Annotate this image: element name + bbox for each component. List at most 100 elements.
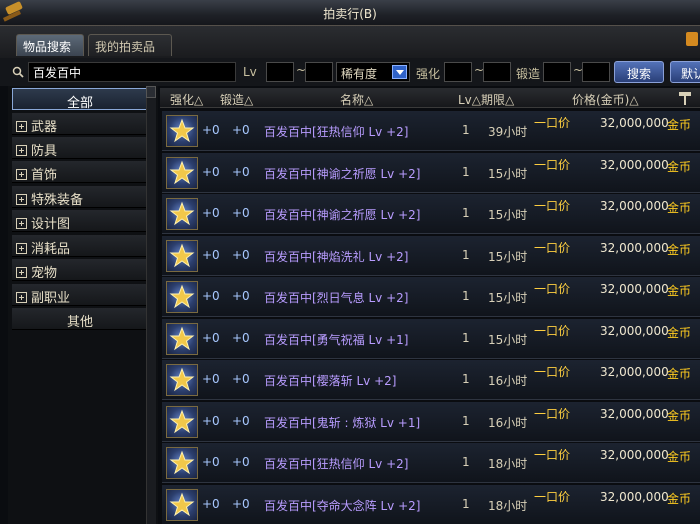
category-sub-profession[interactable]: 副职业: [12, 284, 148, 306]
row-time-left: 15小时: [488, 208, 528, 222]
expand-icon[interactable]: [16, 194, 27, 205]
category-scrollbar[interactable]: [146, 88, 156, 524]
category-other[interactable]: 其他: [12, 308, 148, 330]
item-star-icon[interactable]: [166, 447, 198, 479]
row-item-name[interactable]: 百发百中[夺命大念阵 Lv +2]: [264, 497, 420, 514]
table-row[interactable]: +0 +0 百发百中[烈日气息 Lv +2] 1 15小时 一口价 32,000,000 金币: [162, 277, 700, 317]
row-item-name[interactable]: 百发百中[鬼斩 : 炼狱 Lv +1]: [264, 414, 420, 431]
item-star-icon[interactable]: [166, 156, 198, 189]
lv-min-input[interactable]: [266, 62, 294, 82]
row-lv: 1: [462, 496, 470, 511]
row-item-name[interactable]: 百发百中[狂热信仰 Lv +2]: [264, 455, 408, 472]
header-name[interactable]: 名称△: [340, 91, 373, 108]
table-row[interactable]: +0 +0 百发百中[神焰洗礼 Lv +2] 1 15小时 一口价 32,000,000 金币: [162, 235, 700, 276]
row-price: 32,000,000: [600, 157, 669, 172]
row-price: 32,000,000: [600, 199, 669, 213]
row-price: 32,000,000: [600, 448, 669, 462]
expand-icon[interactable]: [16, 145, 27, 156]
category-blueprint[interactable]: 设计图: [12, 210, 148, 232]
scroll-up-arrow-icon[interactable]: [146, 86, 156, 98]
hammer-icon: [679, 92, 691, 105]
row-time-left: 16小时: [488, 374, 528, 388]
header-enhance[interactable]: 强化△: [170, 91, 203, 108]
row-time-left: 18小时: [488, 457, 528, 471]
forge-max-input[interactable]: [582, 62, 610, 82]
expand-icon[interactable]: [16, 121, 27, 132]
rarity-dropdown[interactable]: 稀有度: [336, 62, 410, 82]
category-armor[interactable]: 防具: [12, 137, 148, 159]
row-currency: 金币: [667, 159, 692, 174]
side-panel-toggle-icon[interactable]: [686, 32, 698, 46]
item-star-icon[interactable]: [166, 115, 198, 147]
tab-item-search[interactable]: 物品搜索: [16, 34, 84, 56]
category-weapon[interactable]: 武器: [12, 113, 148, 135]
forge-min-input[interactable]: [543, 62, 571, 82]
table-row[interactable]: +0 +0 百发百中[神谕之祈愿 Lv +2] 1 15小时 一口价 32,000,000 金…: [162, 152, 700, 193]
expand-icon[interactable]: [16, 267, 27, 278]
row-enhance: +0: [202, 413, 220, 428]
row-forge: +0: [232, 413, 250, 428]
row-item-name[interactable]: 百发百中[狂热信仰 Lv +2]: [264, 123, 408, 140]
expand-icon[interactable]: [16, 169, 27, 180]
row-time-left: 39小时: [488, 125, 528, 139]
expand-icon[interactable]: [16, 218, 27, 229]
item-star-icon[interactable]: [166, 239, 198, 272]
lv-max-input[interactable]: [305, 62, 333, 82]
table-row[interactable]: +0 +0 百发百中[勇气祝福 Lv +1] 1 15小时 一口价 32,000,000 金币: [162, 318, 700, 359]
row-currency: 金币: [667, 118, 692, 132]
row-lv: 1: [462, 123, 470, 137]
row-buyout-label: 一口价: [534, 323, 571, 338]
row-item-name[interactable]: 百发百中[樱落斩 Lv +2]: [264, 372, 396, 389]
row-forge: +0: [232, 164, 250, 179]
search-button[interactable]: 搜索: [614, 61, 664, 83]
item-star-icon[interactable]: [166, 281, 198, 313]
table-row[interactable]: +0 +0 百发百中[樱落斩 Lv +2] 1 16小时 一口价 32,000,000 金币: [162, 360, 700, 400]
row-item-name[interactable]: 百发百中[烈日气息 Lv +2]: [264, 289, 408, 306]
enhance-max-input[interactable]: [483, 62, 511, 82]
expand-icon[interactable]: [16, 292, 27, 303]
category-all[interactable]: 全部: [12, 88, 148, 111]
row-item-name[interactable]: 百发百中[神焰洗礼 Lv +2]: [264, 248, 408, 265]
row-item-name[interactable]: 百发百中[神谕之祈愿 Lv +2]: [264, 206, 420, 223]
table-row[interactable]: +0 +0 百发百中[狂热信仰 Lv +2] 1 18小时 一口价 32,000,000 金币: [162, 443, 700, 483]
item-star-icon[interactable]: [166, 405, 198, 438]
item-star-icon[interactable]: [166, 198, 198, 230]
row-item-name[interactable]: 百发百中[神谕之祈愿 Lv +2]: [264, 165, 420, 182]
category-label: 副职业: [31, 291, 71, 306]
row-time-left: 16小时: [488, 415, 528, 430]
row-lv: 1: [462, 289, 470, 303]
chevron-down-icon[interactable]: [392, 65, 407, 79]
row-currency: 金币: [667, 367, 692, 381]
window-title: 拍卖行(B): [323, 7, 377, 21]
enhance-min-input[interactable]: [444, 62, 472, 82]
table-row[interactable]: +0 +0 百发百中[夺命大念阵 Lv +2] 1 18小时 一口价 32,000,000 金…: [162, 484, 700, 524]
category-special-equipment[interactable]: 特殊装备: [12, 186, 148, 208]
expand-icon[interactable]: [16, 243, 27, 254]
table-row[interactable]: +0 +0 百发百中[神谕之祈愿 Lv +2] 1 15小时 一口价 32,000,000 金…: [162, 194, 700, 234]
header-forge[interactable]: 锻造△: [220, 91, 253, 108]
category-accessory[interactable]: 首饰: [12, 161, 148, 183]
row-currency: 金币: [667, 284, 692, 298]
tab-my-auctions[interactable]: 我的拍卖品: [88, 34, 172, 56]
table-row[interactable]: +0 +0 百发百中[狂热信仰 Lv +2] 1 39小时 一口价 32,000,000 金币: [162, 111, 700, 151]
search-input[interactable]: [28, 62, 236, 82]
item-star-icon[interactable]: [166, 322, 198, 355]
row-lv: 1: [462, 372, 470, 386]
header-price[interactable]: 价格(金币)△: [572, 91, 639, 108]
row-price: 32,000,000: [600, 240, 669, 255]
category-label: 宠物: [31, 266, 58, 281]
row-currency: 金币: [667, 450, 692, 464]
forge-label: 锻造: [516, 67, 541, 81]
table-row[interactable]: +0 +0 百发百中[鬼斩 : 炼狱 Lv +1] 1 16小时 一口价 32,000,00…: [162, 401, 700, 442]
item-star-icon[interactable]: [166, 488, 198, 521]
category-pet[interactable]: 宠物: [12, 259, 148, 281]
row-time-left: 15小时: [488, 332, 528, 347]
row-forge: +0: [232, 455, 250, 469]
default-button[interactable]: 默认: [670, 61, 700, 83]
category-consumable[interactable]: 消耗品: [12, 235, 148, 257]
item-star-icon[interactable]: [166, 364, 198, 396]
lv-label: Lv: [243, 65, 257, 79]
header-lv-period[interactable]: Lv△期限△: [458, 91, 514, 108]
row-item-name[interactable]: 百发百中[勇气祝福 Lv +1]: [264, 331, 408, 348]
row-forge: +0: [232, 247, 250, 262]
